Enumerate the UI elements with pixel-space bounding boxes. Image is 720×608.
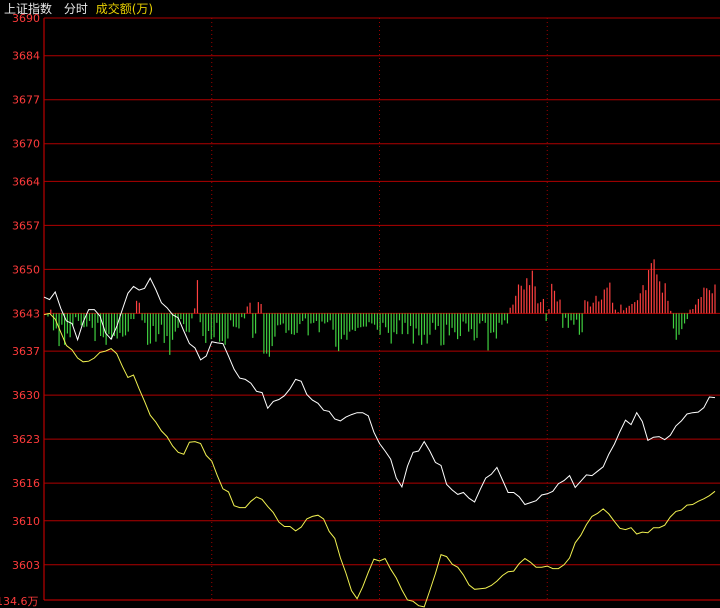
y-tick-label: 3677 <box>12 94 40 107</box>
y-tick-label: 3684 <box>12 50 40 63</box>
index-name[interactable]: 上证指数 <box>4 2 52 16</box>
y-tick-label: 3637 <box>12 345 40 358</box>
y-tick-label: 3603 <box>12 559 40 572</box>
y-tick-label: 3610 <box>12 515 40 528</box>
indicator-name[interactable]: 成交额(万) <box>96 2 153 16</box>
y-tick-label: 3664 <box>12 175 40 188</box>
y-tick-label: 3650 <box>12 263 40 276</box>
intraday-chart: 3690368436773670366436573650364336373630… <box>0 0 720 608</box>
volume-max-label: 134.6万 <box>0 595 39 608</box>
y-tick-label: 3623 <box>12 433 40 446</box>
chart-header: 上证指数 分时 成交额(万) <box>0 0 153 18</box>
y-tick-label: 3616 <box>12 477 40 490</box>
y-tick-label: 3670 <box>12 138 40 151</box>
y-tick-label: 3630 <box>12 389 40 402</box>
chart-mode[interactable]: 分时 <box>64 2 88 16</box>
y-tick-label: 3657 <box>12 219 40 232</box>
y-tick-label: 3643 <box>12 307 40 320</box>
